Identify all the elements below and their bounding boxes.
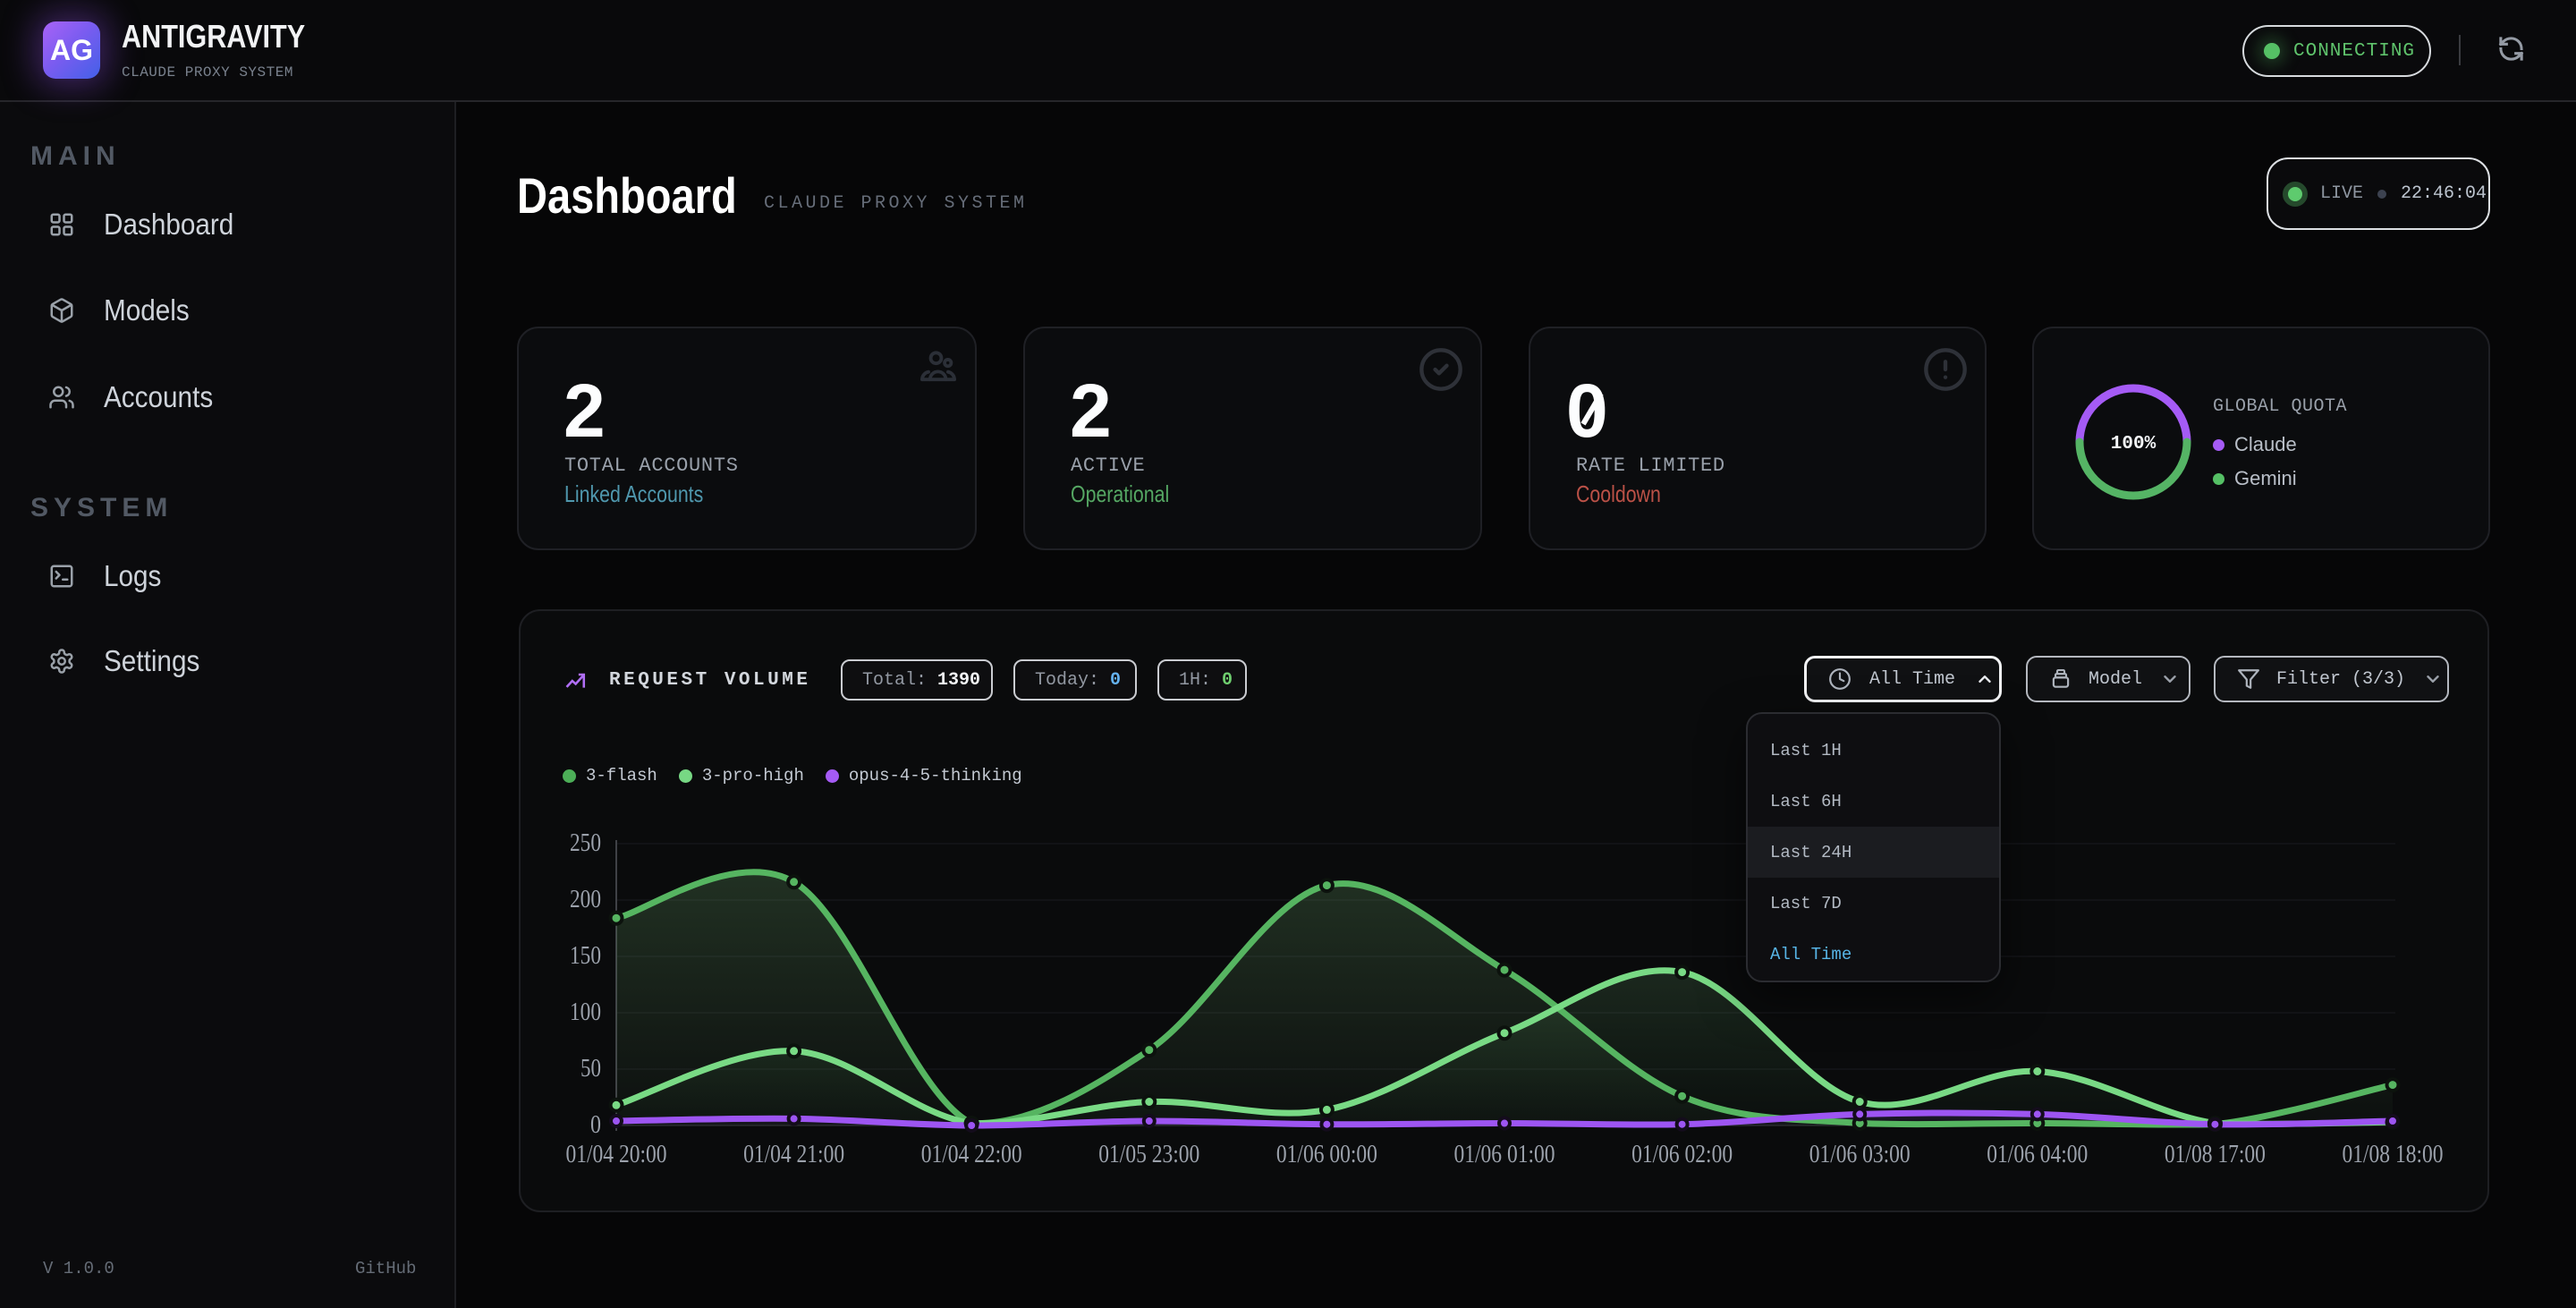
svg-text:01/06 01:00: 01/06 01:00: [1454, 1141, 1555, 1168]
svg-text:100: 100: [570, 998, 601, 1026]
svg-text:50: 50: [580, 1055, 601, 1083]
svg-text:01/04 22:00: 01/04 22:00: [921, 1141, 1022, 1168]
svg-text:0: 0: [590, 1111, 601, 1139]
svg-text:01/06 04:00: 01/06 04:00: [1987, 1141, 2088, 1168]
svg-text:01/06 00:00: 01/06 00:00: [1276, 1141, 1377, 1168]
svg-text:150: 150: [570, 942, 601, 970]
svg-text:01/04 21:00: 01/04 21:00: [743, 1141, 844, 1168]
svg-text:01/06 03:00: 01/06 03:00: [1809, 1141, 1911, 1168]
svg-text:250: 250: [570, 829, 601, 857]
svg-text:01/04 20:00: 01/04 20:00: [566, 1141, 667, 1168]
svg-text:01/05 23:00: 01/05 23:00: [1098, 1141, 1199, 1168]
svg-text:200: 200: [570, 886, 601, 913]
svg-text:100%: 100%: [2111, 434, 2157, 454]
svg-text:01/08 18:00: 01/08 18:00: [2343, 1141, 2444, 1168]
svg-text:01/08 17:00: 01/08 17:00: [2165, 1141, 2266, 1168]
svg-text:01/06 02:00: 01/06 02:00: [1631, 1141, 1733, 1168]
